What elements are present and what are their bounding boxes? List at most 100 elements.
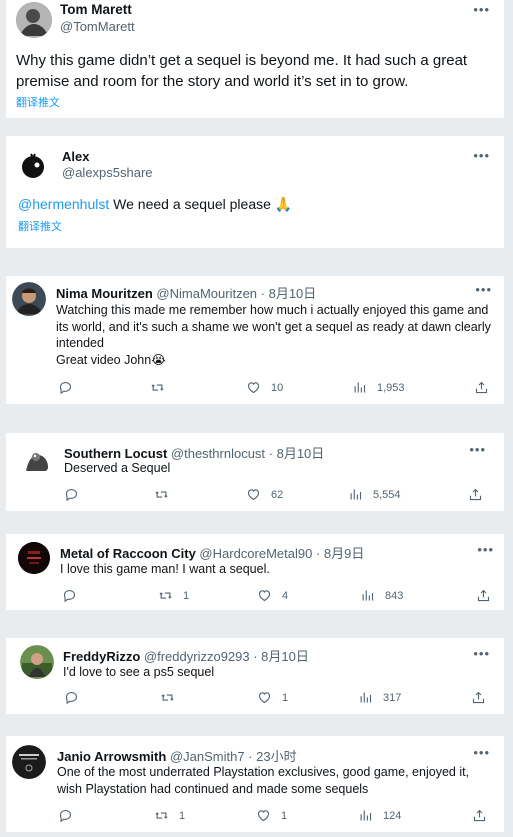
tweet-card[interactable]: Nima Mouritzen @NimaMouritzen · 8月10日 ••… xyxy=(6,276,504,404)
author-display-name[interactable]: Southern Locust xyxy=(64,446,167,461)
author-display-name[interactable]: Nima Mouritzen xyxy=(56,286,153,301)
more-icon[interactable]: ••• xyxy=(477,542,494,557)
share-icon xyxy=(476,588,491,603)
retweet-icon xyxy=(154,487,169,502)
like-count: 1 xyxy=(282,691,289,704)
tweet-text: Why this game didn’t get a sequel is bey… xyxy=(16,52,468,90)
reply-icon xyxy=(64,487,79,502)
share-button[interactable] xyxy=(471,690,486,705)
retweet-icon xyxy=(160,690,175,705)
retweet-button[interactable] xyxy=(154,487,169,502)
reply-button[interactable] xyxy=(64,690,79,705)
retweet-count: 1 xyxy=(183,589,190,602)
tweet-card[interactable]: Tom Marett @TomMarett ••• Why this game … xyxy=(6,0,504,118)
tweet-text: Deserved a Sequel xyxy=(64,461,171,475)
avatar[interactable] xyxy=(22,445,52,475)
share-icon xyxy=(474,380,489,395)
avatar[interactable] xyxy=(12,745,46,779)
share-button[interactable] xyxy=(472,808,487,823)
share-button[interactable] xyxy=(476,588,491,603)
tweet-text: I love this game man! I want a sequel. xyxy=(60,562,270,576)
tweet-card[interactable]: Alex @alexps5share ••• @hermenhulst We n… xyxy=(6,136,504,248)
retweet-button[interactable] xyxy=(150,380,165,395)
like-button[interactable]: 10 xyxy=(246,380,283,395)
reply-button[interactable] xyxy=(58,380,73,395)
views-button[interactable]: 843 xyxy=(360,588,403,603)
views-icon xyxy=(352,380,367,395)
like-count: 62 xyxy=(271,488,284,501)
like-button[interactable]: 62 xyxy=(246,487,283,502)
author-display-name[interactable]: Metal of Raccoon City xyxy=(60,546,196,561)
reply-button[interactable] xyxy=(64,487,79,502)
avatar[interactable] xyxy=(12,282,46,316)
author-handle[interactable]: @TomMarett xyxy=(60,19,135,34)
more-icon[interactable]: ••• xyxy=(473,148,490,163)
retweet-button[interactable]: 1 xyxy=(154,808,185,823)
author-name[interactable]: Nima Mouritzen @NimaMouritzen · 8月10日 xyxy=(56,283,316,302)
like-icon xyxy=(256,808,271,823)
share-button[interactable] xyxy=(468,487,483,502)
like-button[interactable]: 1 xyxy=(257,690,288,705)
translate-link[interactable]: 翻译推文 xyxy=(18,218,62,234)
tweet-card[interactable]: Janio Arrowsmith @JanSmith7 · 23小时 ••• O… xyxy=(6,736,504,832)
retweet-count: 1 xyxy=(179,809,186,822)
like-icon xyxy=(246,487,261,502)
tweet-card[interactable]: FreddyRizzo @freddyrizzo9293 · 8月10日 •••… xyxy=(6,638,504,714)
author-name[interactable]: Alex xyxy=(62,149,89,164)
author-name[interactable]: FreddyRizzo @freddyrizzo9293 · 8月10日 xyxy=(63,646,309,665)
views-icon xyxy=(358,808,373,823)
like-count: 4 xyxy=(282,589,289,602)
more-icon[interactable]: ••• xyxy=(469,442,486,457)
author-name[interactable]: Metal of Raccoon City @HardcoreMetal90 ·… xyxy=(60,543,364,562)
more-icon[interactable]: ••• xyxy=(473,745,490,760)
author-name[interactable]: Tom Marett xyxy=(60,2,132,17)
tweet-text: Watching this made me remember how much … xyxy=(56,303,491,367)
more-icon[interactable]: ••• xyxy=(473,646,490,661)
views-button[interactable]: 124 xyxy=(358,808,401,823)
views-count: 1,953 xyxy=(377,381,405,394)
more-icon[interactable]: ••• xyxy=(473,2,490,17)
author-handle[interactable]: @thesthrnlocust · 8月10日 xyxy=(171,446,324,461)
share-icon xyxy=(471,690,486,705)
reply-icon xyxy=(64,690,79,705)
views-button[interactable]: 5,554 xyxy=(348,487,401,502)
avatar[interactable] xyxy=(20,645,54,679)
more-icon[interactable]: ••• xyxy=(475,282,492,297)
author-handle[interactable]: @freddyrizzo9293 · 8月10日 xyxy=(144,649,309,664)
reply-icon xyxy=(58,380,73,395)
author-display-name[interactable]: Janio Arrowsmith xyxy=(57,749,166,764)
tweet-text-body: We need a sequel please 🙏 xyxy=(109,196,293,212)
reply-button[interactable] xyxy=(58,808,73,823)
author-handle[interactable]: @NimaMouritzen · 8月10日 xyxy=(156,286,316,301)
tweet-text: One of the most underrated Playstation e… xyxy=(57,765,470,796)
views-count: 843 xyxy=(385,589,404,602)
author-handle[interactable]: @HardcoreMetal90 · 8月9日 xyxy=(199,546,364,561)
tweet-text: I'd love to see a ps5 sequel xyxy=(63,665,215,679)
views-count: 5,554 xyxy=(373,488,401,501)
like-button[interactable]: 1 xyxy=(256,808,287,823)
avatar[interactable] xyxy=(18,542,50,574)
like-count: 10 xyxy=(271,381,284,394)
translate-link[interactable]: 翻译推文 xyxy=(16,94,60,110)
author-display-name[interactable]: FreddyRizzo xyxy=(63,649,140,664)
views-icon xyxy=(358,690,373,705)
tweet-text: @hermenhulst We need a sequel please 🙏 xyxy=(18,194,488,215)
tweet-card[interactable]: Metal of Raccoon City @HardcoreMetal90 ·… xyxy=(6,534,504,610)
share-icon xyxy=(468,487,483,502)
mention-link[interactable]: @hermenhulst xyxy=(18,196,109,212)
share-button[interactable] xyxy=(474,380,489,395)
avatar[interactable] xyxy=(16,2,52,38)
author-handle[interactable]: @alexps5share xyxy=(62,165,153,180)
tweet-card[interactable]: Southern Locust @thesthrnlocust · 8月10日 … xyxy=(6,433,504,511)
reply-button[interactable] xyxy=(62,588,77,603)
retweet-icon xyxy=(150,380,165,395)
views-count: 124 xyxy=(383,809,402,822)
views-button[interactable]: 317 xyxy=(358,690,401,705)
retweet-button[interactable] xyxy=(160,690,175,705)
avatar[interactable] xyxy=(18,150,48,180)
author-handle[interactable]: @JanSmith7 · 23小时 xyxy=(170,749,297,764)
retweet-button[interactable]: 1 xyxy=(158,588,189,603)
author-name[interactable]: Janio Arrowsmith @JanSmith7 · 23小时 xyxy=(57,746,297,765)
like-button[interactable]: 4 xyxy=(257,588,288,603)
views-button[interactable]: 1,953 xyxy=(352,380,405,395)
